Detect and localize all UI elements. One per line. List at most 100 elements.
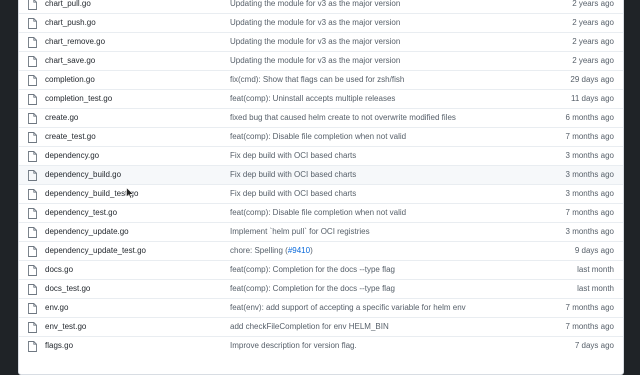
commit-age: 2 years ago	[572, 56, 614, 65]
commit-message-text: Updating the module for v3 as the major …	[230, 18, 401, 27]
commit-message-text: feat(comp): Completion for the docs --ty…	[230, 284, 395, 293]
file-name-link[interactable]: create_test.go	[45, 132, 96, 141]
commit-message-link[interactable]: feat(comp): Completion for the docs --ty…	[230, 265, 395, 274]
file-name-link[interactable]: flags.go	[45, 341, 73, 350]
file-name-link[interactable]: dependency_build_test.go	[45, 189, 138, 198]
file-name-link[interactable]: dependency_test.go	[45, 208, 117, 217]
file-icon	[28, 94, 37, 105]
commit-age: 2 years ago	[572, 37, 614, 46]
commit-message-text: add checkFileCompletion for env HELM_BIN	[230, 322, 389, 331]
file-name-link[interactable]: chart_pull.go	[45, 0, 91, 8]
commit-age: 7 months ago	[565, 303, 614, 312]
file-name-link[interactable]: dependency_update.go	[45, 227, 129, 236]
file-row[interactable]: docs_test.go feat(comp): Completion for t…	[19, 279, 623, 298]
file-icon	[28, 284, 37, 295]
file-icon	[28, 170, 37, 181]
file-icon	[28, 227, 37, 238]
file-icon	[28, 322, 37, 333]
commit-message-link[interactable]: Updating the module for v3 as the major …	[230, 37, 400, 46]
file-name-link[interactable]: dependency_update_test.go	[45, 246, 146, 255]
file-row[interactable]: dependency_update_test.go chore: Spelling…	[19, 241, 623, 260]
mouse-cursor-icon	[126, 187, 134, 199]
commit-message-text: feat(comp): Disable file completion when…	[230, 208, 407, 217]
commit-message-link[interactable]: chore: Spelling (#9410)	[230, 246, 313, 255]
file-icon	[28, 341, 37, 352]
commit-message-link[interactable]: Implement `helm pull` for OCI registries	[230, 227, 370, 236]
file-row[interactable]: flags.go Improve description for version …	[19, 336, 623, 355]
file-row[interactable]: create.go fixed bug that caused helm crea…	[19, 108, 623, 127]
commit-age: 7 months ago	[565, 132, 614, 141]
commit-message-text: Fix dep build with OCI based charts	[230, 170, 357, 179]
commit-message-link[interactable]: add checkFileCompletion for env HELM_BIN	[230, 322, 389, 331]
commit-message-text: fixed bug that caused helm create to not…	[230, 113, 456, 122]
file-row[interactable]: dependency.go Fix dep build with OCI base…	[19, 146, 623, 165]
file-row[interactable]: chart_push.go Updating the module for v3 …	[19, 13, 623, 32]
file-icon	[28, 75, 37, 86]
file-row[interactable]: dependency_build.go Fix dep build with OC…	[19, 165, 623, 184]
commit-age: 11 days ago	[571, 94, 614, 103]
file-row[interactable]: completion_test.go feat(comp): Uninstall …	[19, 89, 623, 108]
commit-message-text: Improve description for version flag.	[230, 341, 357, 350]
file-name-link[interactable]: docs_test.go	[45, 284, 90, 293]
commit-message-link[interactable]: Fix dep build with OCI based charts	[230, 151, 356, 160]
commit-message-text: fix(cmd): Show that flags can be used fo…	[230, 75, 405, 84]
commit-message-link[interactable]: feat(comp): Disable file completion when…	[230, 208, 406, 217]
file-name-link[interactable]: docs.go	[45, 265, 73, 274]
file-icon	[28, 303, 37, 314]
file-row[interactable]: docs.go feat(comp): Completion for the do…	[19, 260, 623, 279]
file-row[interactable]: dependency_update.go Implement `helm pull…	[19, 222, 623, 241]
file-icon	[28, 18, 37, 29]
file-row[interactable]: dependency_build_test.go Fix dep build wi…	[19, 184, 623, 203]
commit-message-link[interactable]: Fix dep build with OCI based charts	[230, 170, 356, 179]
commit-message-link[interactable]: feat(comp): Uninstall accepts multiple r…	[230, 94, 395, 103]
commit-message-link[interactable]: Fix dep build with OCI based charts	[230, 189, 356, 198]
file-name-link[interactable]: dependency.go	[45, 151, 99, 160]
commit-message-link[interactable]: feat(env): add support of accepting a sp…	[230, 303, 466, 312]
file-row[interactable]: completion.go fix(cmd): Show that flags c…	[19, 70, 623, 89]
file-name-link[interactable]: chart_push.go	[45, 18, 96, 27]
commit-age: last month	[577, 265, 614, 274]
commit-message-text: feat(env): add support of accepting a sp…	[230, 303, 466, 312]
commit-age: 7 months ago	[565, 322, 614, 331]
file-icon	[28, 265, 37, 276]
commit-message-text: Updating the module for v3 as the major …	[230, 56, 401, 65]
file-name-link[interactable]: completion_test.go	[45, 94, 112, 103]
commit-age: 3 months ago	[565, 189, 614, 198]
file-icon	[28, 113, 37, 124]
file-name-link[interactable]: chart_remove.go	[45, 37, 105, 46]
commit-message-text: Fix dep build with OCI based charts	[230, 151, 357, 160]
commit-message-link[interactable]: Improve description for version flag.	[230, 341, 357, 350]
file-row[interactable]: env_test.go add checkFileCompletion for e…	[19, 317, 623, 336]
file-row[interactable]: chart_pull.go Updating the module for v3 …	[19, 0, 623, 13]
file-name-link[interactable]: completion.go	[45, 75, 95, 84]
file-icon	[28, 151, 37, 162]
file-row[interactable]: chart_save.go Updating the module for v3 …	[19, 51, 623, 70]
commit-message-link[interactable]: fixed bug that caused helm create to not…	[230, 113, 456, 122]
commit-message-text: chore: Spelling (	[230, 246, 288, 255]
file-name-link[interactable]: dependency_build.go	[45, 170, 121, 179]
file-icon	[28, 37, 37, 48]
commit-age: 2 years ago	[572, 18, 614, 27]
file-row[interactable]: env.go feat(env): add support of acceptin…	[19, 298, 623, 317]
file-name-link[interactable]: chart_save.go	[45, 56, 95, 65]
commit-message-link[interactable]: feat(comp): Completion for the docs --ty…	[230, 284, 395, 293]
commit-age: 3 months ago	[565, 151, 614, 160]
file-row[interactable]: dependency_test.go feat(comp): Disable fi…	[19, 203, 623, 222]
file-name-link[interactable]: env_test.go	[45, 322, 86, 331]
file-list: chart_pull.go Updating the module for v3 …	[18, 0, 624, 375]
commit-message-link[interactable]: fix(cmd): Show that flags can be used fo…	[230, 75, 404, 84]
commit-message-link[interactable]: Updating the module for v3 as the major …	[230, 56, 400, 65]
commit-age: 3 months ago	[565, 170, 614, 179]
file-icon	[28, 246, 37, 257]
file-row[interactable]: create_test.go feat(comp): Disable file c…	[19, 127, 623, 146]
commit-age: 3 months ago	[565, 227, 614, 236]
commit-message-link[interactable]: feat(comp): Disable file completion when…	[230, 132, 406, 141]
file-name-link[interactable]: create.go	[45, 113, 78, 122]
commit-message-link[interactable]: Updating the module for v3 as the major …	[230, 18, 400, 27]
commit-message-link[interactable]: Updating the module for v3 as the major …	[230, 0, 400, 8]
commit-message-suffix: )	[310, 246, 313, 255]
commit-age: 7 months ago	[565, 208, 614, 217]
file-name-link[interactable]: env.go	[45, 303, 68, 312]
pull-request-link[interactable]: #9410	[288, 246, 310, 255]
file-row[interactable]: chart_remove.go Updating the module for v…	[19, 32, 623, 51]
